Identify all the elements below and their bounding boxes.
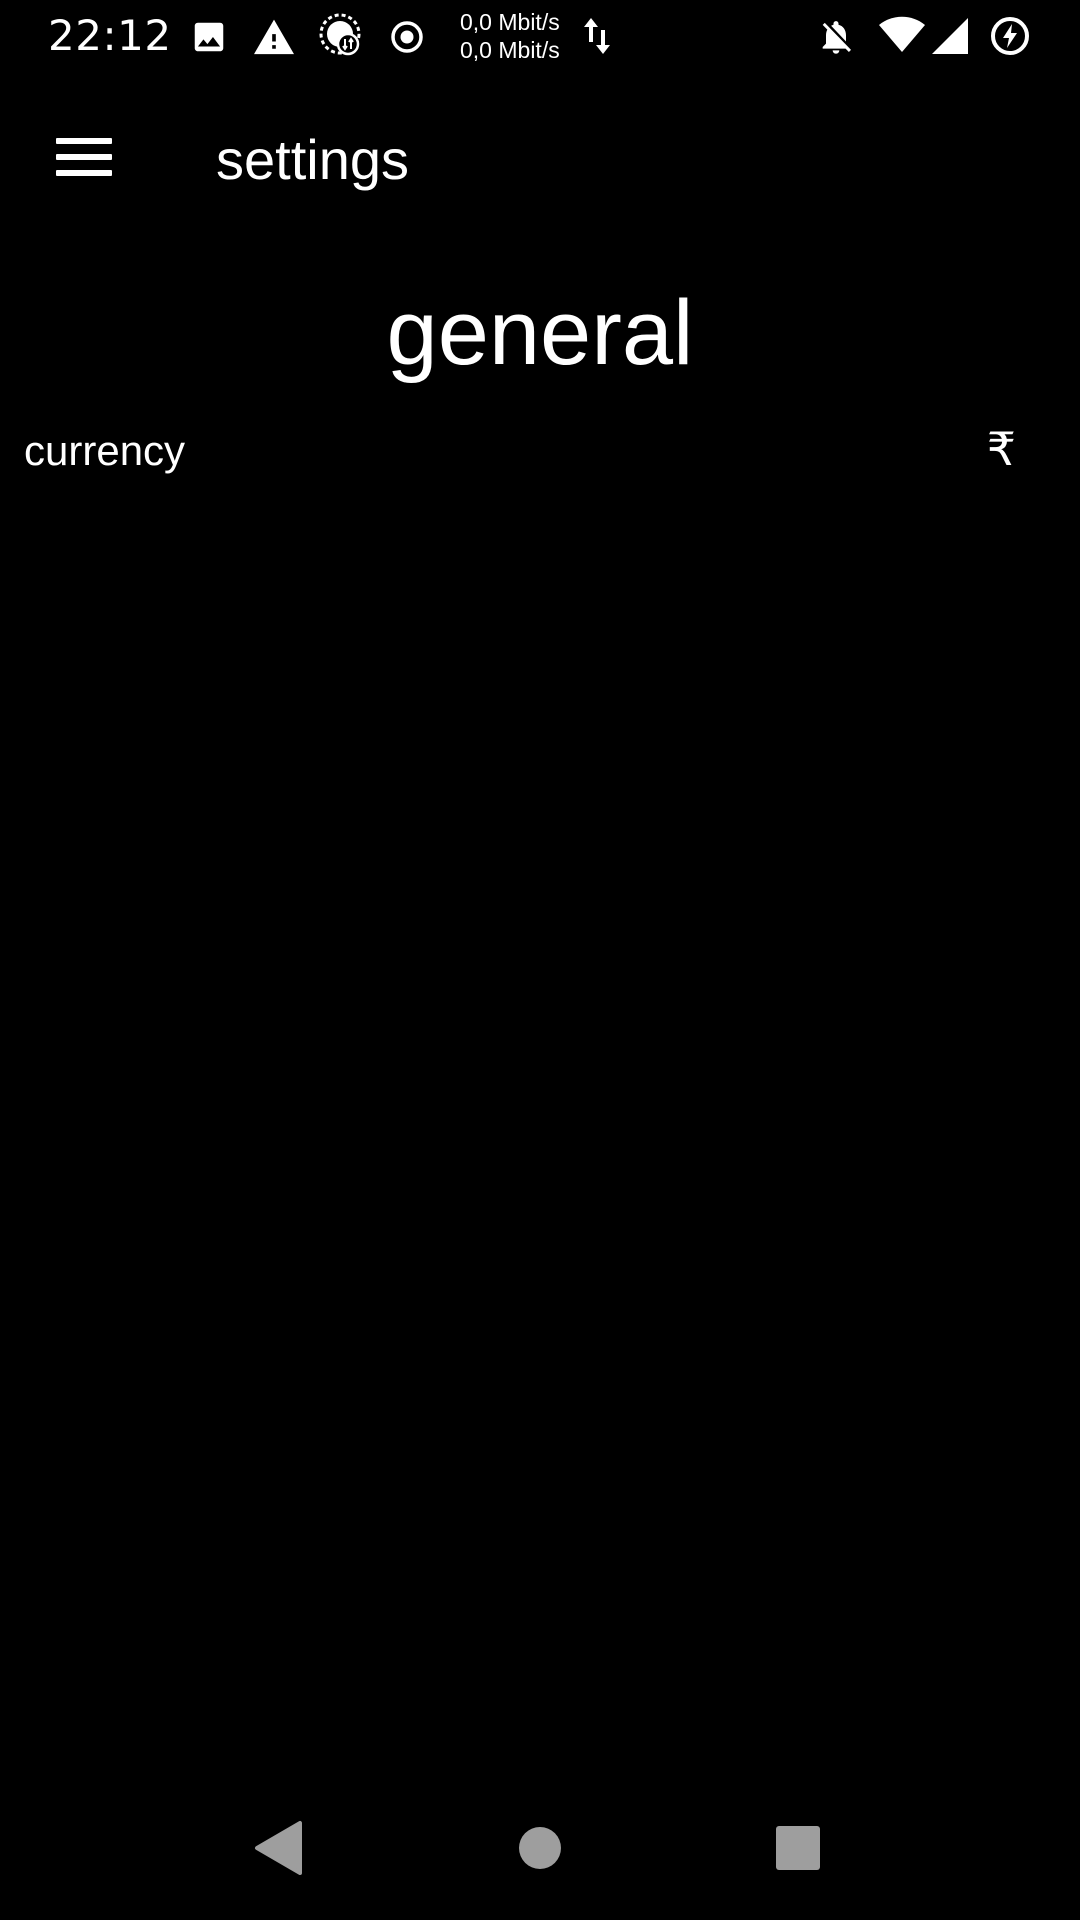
hamburger-menu-icon[interactable] [30, 120, 138, 192]
back-icon[interactable] [200, 1788, 360, 1920]
setting-value[interactable]: ₹ [987, 422, 1016, 476]
data-saver-icon [319, 13, 361, 56]
wifi-icon [879, 16, 925, 52]
cell-signal-icon [932, 18, 968, 54]
page-title: settings [216, 128, 409, 191]
network-speed-up: 0,0 Mbit/s [460, 9, 560, 35]
app-toolbar: settings [0, 90, 1080, 225]
record-icon [391, 21, 423, 53]
network-speed-down: 0,0 Mbit/s [460, 37, 560, 63]
setting-row-currency[interactable]: currency ₹ [0, 408, 1080, 488]
data-transfer-icon [584, 18, 610, 54]
warning-icon [254, 19, 294, 55]
image-icon [194, 22, 224, 52]
battery-saver-icon [991, 17, 1029, 55]
setting-label: currency [24, 427, 186, 474]
navigation-bar [0, 1788, 1080, 1920]
section-title: general [386, 282, 694, 384]
status-bar: 22:12 0,0 Mbit/s 0,0 Mbit/s [0, 0, 1080, 72]
status-time: 22:12 [48, 11, 172, 60]
home-icon[interactable] [460, 1788, 620, 1920]
network-speed: 0,0 Mbit/s 0,0 Mbit/s [460, 8, 580, 64]
notifications-off-icon [822, 21, 851, 54]
recents-icon[interactable] [718, 1788, 878, 1920]
